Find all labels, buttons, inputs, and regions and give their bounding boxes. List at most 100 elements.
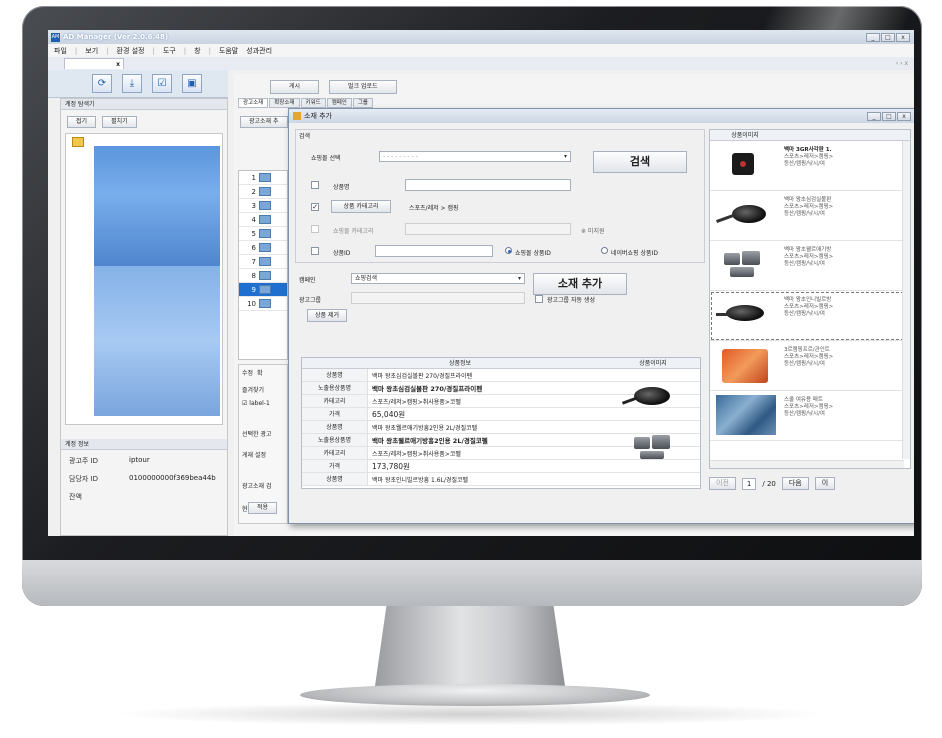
label-checkbox[interactable]: ☑ label-1 [242, 400, 284, 407]
table-row[interactable]: 8 [239, 269, 287, 283]
monitor-chin [22, 560, 922, 606]
tab-navigation[interactable]: ‹ › x [896, 60, 908, 67]
product-id-input[interactable] [375, 245, 493, 257]
add-ad-button[interactable]: 소재 추가 [533, 273, 627, 295]
tab-close-icon[interactable]: x [116, 61, 120, 68]
prev-page-button[interactable]: 이전 [709, 477, 736, 490]
add-ad-button[interactable]: 광고소재 추 [240, 116, 288, 128]
tab-confirm[interactable]: 확 [257, 368, 263, 377]
table-row[interactable]: 4 [239, 213, 287, 227]
not-supported-note: ※ 미지원 [581, 228, 605, 235]
app-icon: AM [51, 32, 60, 42]
menu-tools[interactable]: 도구 [163, 46, 176, 56]
favorites-label: 즐겨찾기 [242, 387, 265, 394]
category-button[interactable]: 상품 카테고리 [331, 200, 391, 213]
edit-panel: 수정확 즐겨찾기 ☑ label-1 선택한 광고 게재 설정 광고소재 검 현… [238, 364, 288, 524]
dialog-maximize-button[interactable]: □ [882, 111, 896, 121]
dialog-minimize-button[interactable]: _ [867, 111, 881, 121]
product-image [620, 425, 686, 471]
ad-grid: 1 2 3 4 5 6 7 8 9 10 [238, 170, 288, 360]
search-button[interactable]: 검색 [593, 151, 687, 173]
menu-file[interactable]: 파일 [54, 46, 67, 56]
download-icon[interactable]: ⤓ [122, 74, 142, 93]
category-checkbox[interactable]: ✓ [311, 203, 319, 211]
maximize-button[interactable]: □ [881, 32, 895, 42]
document-tab[interactable]: x [64, 58, 124, 69]
tab-edit[interactable]: 수정 [242, 368, 253, 377]
account-tree[interactable] [65, 133, 223, 425]
tree-items[interactable] [94, 266, 220, 416]
next-page-button[interactable]: 다음 [781, 477, 809, 490]
page-number-input[interactable]: 1 [741, 477, 757, 490]
remove-product-button[interactable]: 상품 제거 [307, 309, 347, 322]
menu-settings[interactable]: 환경 설정 [117, 46, 145, 56]
expand-button[interactable]: 펼치기 [102, 116, 137, 128]
category-value: 스포츠/레저 > 캠핑 [409, 205, 459, 212]
product-image [620, 373, 686, 419]
mall-select[interactable]: - - - - - - - - - ▾ [379, 151, 571, 162]
list-item[interactable]: 백마 3GR사각판 1. 스포츠>레저>캠핑> 등산/캠핑/낚시/여 [710, 141, 910, 191]
check-icon[interactable]: ☑ [152, 74, 172, 93]
list-item[interactable]: 3르캠핑프르/관인트 스포츠>레저>캠핑> 등산/캠핑/낚시/여 [710, 341, 910, 391]
product-name-checkbox[interactable] [311, 181, 319, 189]
mall-product-id-radio[interactable] [505, 247, 512, 254]
app-titlebar: AM AD Manager (Ver 2.0.6.48) _ □ x [48, 30, 914, 44]
naver-product-id-radio[interactable] [601, 247, 608, 254]
refresh-icon[interactable]: ⟳ [92, 74, 112, 93]
menu-view[interactable]: 보기 [85, 46, 98, 56]
advertiser-id-label: 광고주 ID [69, 457, 98, 465]
tab-ads[interactable]: 광고소재 [238, 98, 269, 108]
mall-category-checkbox[interactable] [311, 225, 319, 233]
publish-button[interactable]: 게시 [270, 80, 320, 94]
vertical-scrollbar[interactable] [902, 141, 910, 459]
table-row[interactable]: 7 [239, 255, 287, 269]
product-id-checkbox[interactable] [311, 247, 319, 255]
dialog-close-button[interactable]: x [897, 111, 911, 121]
tab-group[interactable]: 그룹 [352, 98, 373, 108]
campaign-select[interactable]: 쇼핑검색 ▾ [351, 273, 525, 284]
table-row[interactable]: 1 [239, 171, 287, 185]
last-page-button[interactable]: 이 [814, 477, 836, 490]
image-list-header: 상품이미지 [710, 130, 910, 141]
account-explorer-title: 계정 탐색기 [61, 99, 227, 110]
tab-campaign[interactable]: 캠페인 [326, 98, 352, 108]
table-row[interactable]: 6 [239, 241, 287, 255]
chevron-down-icon: ▾ [517, 275, 521, 282]
table-row-selected[interactable]: 9 [239, 283, 287, 297]
dialog-icon [293, 112, 301, 120]
table-row[interactable]: 5 [239, 227, 287, 241]
ad-group-input[interactable] [351, 292, 525, 304]
menu-help[interactable]: 도움말 [219, 46, 238, 56]
search-group [295, 129, 705, 263]
menu-window[interactable]: 창 [194, 46, 200, 56]
collapse-button[interactable]: 접기 [67, 116, 97, 128]
bulk-upload-button[interactable]: 벌크 업로드 [329, 80, 397, 94]
mall-category-input[interactable] [405, 223, 571, 235]
menu-performance[interactable]: 성과관리 [246, 46, 272, 56]
table-row[interactable]: 2 [239, 185, 287, 199]
table-row[interactable]: 3 [239, 199, 287, 213]
horizontal-scrollbar[interactable] [710, 460, 904, 468]
tab-extensions[interactable]: 확장소재 [269, 98, 300, 108]
auto-group-checkbox[interactable] [535, 295, 543, 303]
list-item[interactable]: 백마 왕초심검실볼판 스포츠>레저>캠핑> 등산/캠핑/낚시/여 [710, 191, 910, 241]
chevron-down-icon: ▾ [563, 153, 567, 160]
ad-group-label: 광고그룹 [299, 297, 322, 304]
product-name-input[interactable] [405, 179, 571, 191]
tree-selection[interactable] [94, 146, 220, 266]
list-item-selected[interactable]: 백마 왕초인니빌르방 스포츠>레저>캠핑> 등산/캠핑/낚시/여 [710, 291, 910, 341]
dialog-title: 소재 추가 [304, 112, 332, 120]
list-item[interactable]: 백마 왕초웰르애기방 스포츠>레저>캠핑> 등산/캠핑/낚시/여 [710, 241, 910, 291]
close-button[interactable]: x [896, 32, 910, 42]
product-entry[interactable]: 상품명 백마 왕초심검실볼판 270/경질프라이펜 노출용상품명 백마 왕초심검실볼… [302, 369, 700, 421]
apply-button[interactable]: 적용 [248, 502, 278, 514]
table-row[interactable]: 10 [239, 297, 287, 311]
list-item[interactable]: 스쿨 여유용 매트 스포츠>레저>캠핑> 등산/캠핑/낚시/여 [710, 391, 910, 441]
product-entry[interactable]: 상품명 백마 왕초웰르애기방흥2인용 2L/경질코펠 노출용상품명 백마 왕초웰르애… [302, 421, 700, 473]
tab-keywords[interactable]: 키워드 [300, 98, 326, 108]
campaign-label: 캠페인 [299, 277, 316, 284]
save-icon[interactable]: ▣ [182, 74, 202, 93]
manager-id-label: 담당자 ID [69, 475, 98, 483]
column-product-info: 상품정보 [448, 360, 472, 367]
minimize-button[interactable]: _ [866, 32, 880, 42]
